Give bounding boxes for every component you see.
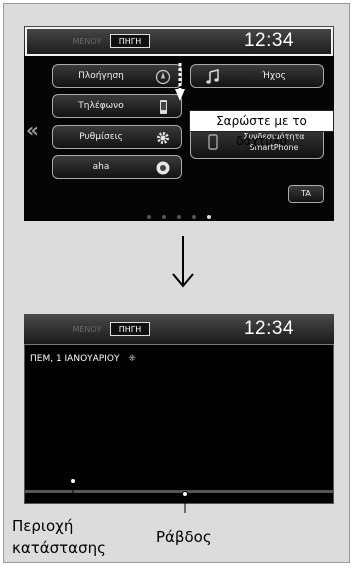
caption-status-area-line2: κατάστασης: [12, 539, 106, 557]
smartphone-icon: [205, 134, 221, 150]
page-dot: [177, 215, 181, 219]
navigation-compass-icon: [155, 69, 171, 85]
chevron-left-icon[interactable]: «: [26, 118, 39, 142]
tile-settings[interactable]: Ρυθμίσεις: [52, 125, 182, 149]
illustration-frame: ΜΕΝΟΥ ΠΗΓΗ 12:34 « Πλοήγηση Τηλέφωνο Ρυθ…: [3, 3, 350, 563]
music-note-icon: [205, 69, 221, 85]
tab-menu[interactable]: ΜΕΝΟΥ: [66, 323, 108, 336]
tile-navigation-label: Πλοήγηση: [78, 71, 124, 81]
caption-bar: Ράβδος: [156, 528, 212, 546]
swipe-down-arrow-icon: [175, 63, 185, 101]
status-area-pointer-icon: [70, 478, 76, 500]
top-bar: ΜΕΝΟΥ ΠΗΓΗ 12:34: [24, 26, 334, 57]
tile-aha-label: aha: [92, 162, 110, 172]
ta-button-label: TA: [301, 189, 311, 198]
down-arrow-icon: [172, 236, 194, 288]
tile-navigation[interactable]: Πλοήγηση: [52, 64, 182, 88]
tile-audio-label: Ήχος: [262, 71, 286, 81]
page-dot-active: [207, 215, 212, 219]
tab-menu[interactable]: ΜΕΝΟΥ: [66, 35, 108, 48]
page-dot: [146, 215, 151, 219]
status-date: ΠΕΜ, 1 ΙΑΝΟΥΑΡΙΟΥ: [30, 354, 120, 364]
swipe-callout: Σαρώστε με το δάχτυλο: [189, 110, 334, 148]
tab-source[interactable]: ΠΗΓΗ: [110, 322, 150, 336]
aha-app-icon: [155, 160, 171, 176]
tile-aha[interactable]: aha: [52, 155, 182, 179]
clock: 12:34: [243, 318, 294, 339]
phone-icon: [155, 99, 171, 115]
page-dot: [192, 215, 197, 219]
clock: 12:34: [243, 30, 294, 51]
ta-button[interactable]: TA: [288, 185, 324, 203]
tile-phone-label: Τηλέφωνο: [78, 101, 124, 111]
gear-icon: [155, 130, 171, 146]
page-dot: [161, 215, 166, 219]
top-bar: ΜΕΝΟΥ ΠΗΓΗ 12:34: [24, 314, 334, 345]
caption-status-area-line1: Περιοχή: [12, 517, 74, 535]
grid-dots-icon: ⁜: [128, 354, 136, 364]
tile-settings-label: Ρυθμίσεις: [79, 132, 123, 142]
bar-pointer-icon: [182, 491, 188, 513]
tile-audio[interactable]: Ήχος: [190, 64, 324, 88]
tile-phone[interactable]: Τηλέφωνο: [52, 94, 182, 118]
tab-source[interactable]: ΠΗΓΗ: [110, 34, 150, 48]
status-screen: ΜΕΝΟΥ ΠΗΓΗ 12:34 ΠΕΜ, 1 ΙΑΝΟΥΑΡΙΟΥ ⁜: [24, 314, 334, 504]
status-area[interactable]: ΠΕΜ, 1 ΙΑΝΟΥΑΡΙΟΥ ⁜: [30, 354, 136, 364]
home-screen: ΜΕΝΟΥ ΠΗΓΗ 12:34 « Πλοήγηση Τηλέφωνο Ρυθ…: [24, 26, 334, 221]
page-indicator: [24, 204, 334, 221]
